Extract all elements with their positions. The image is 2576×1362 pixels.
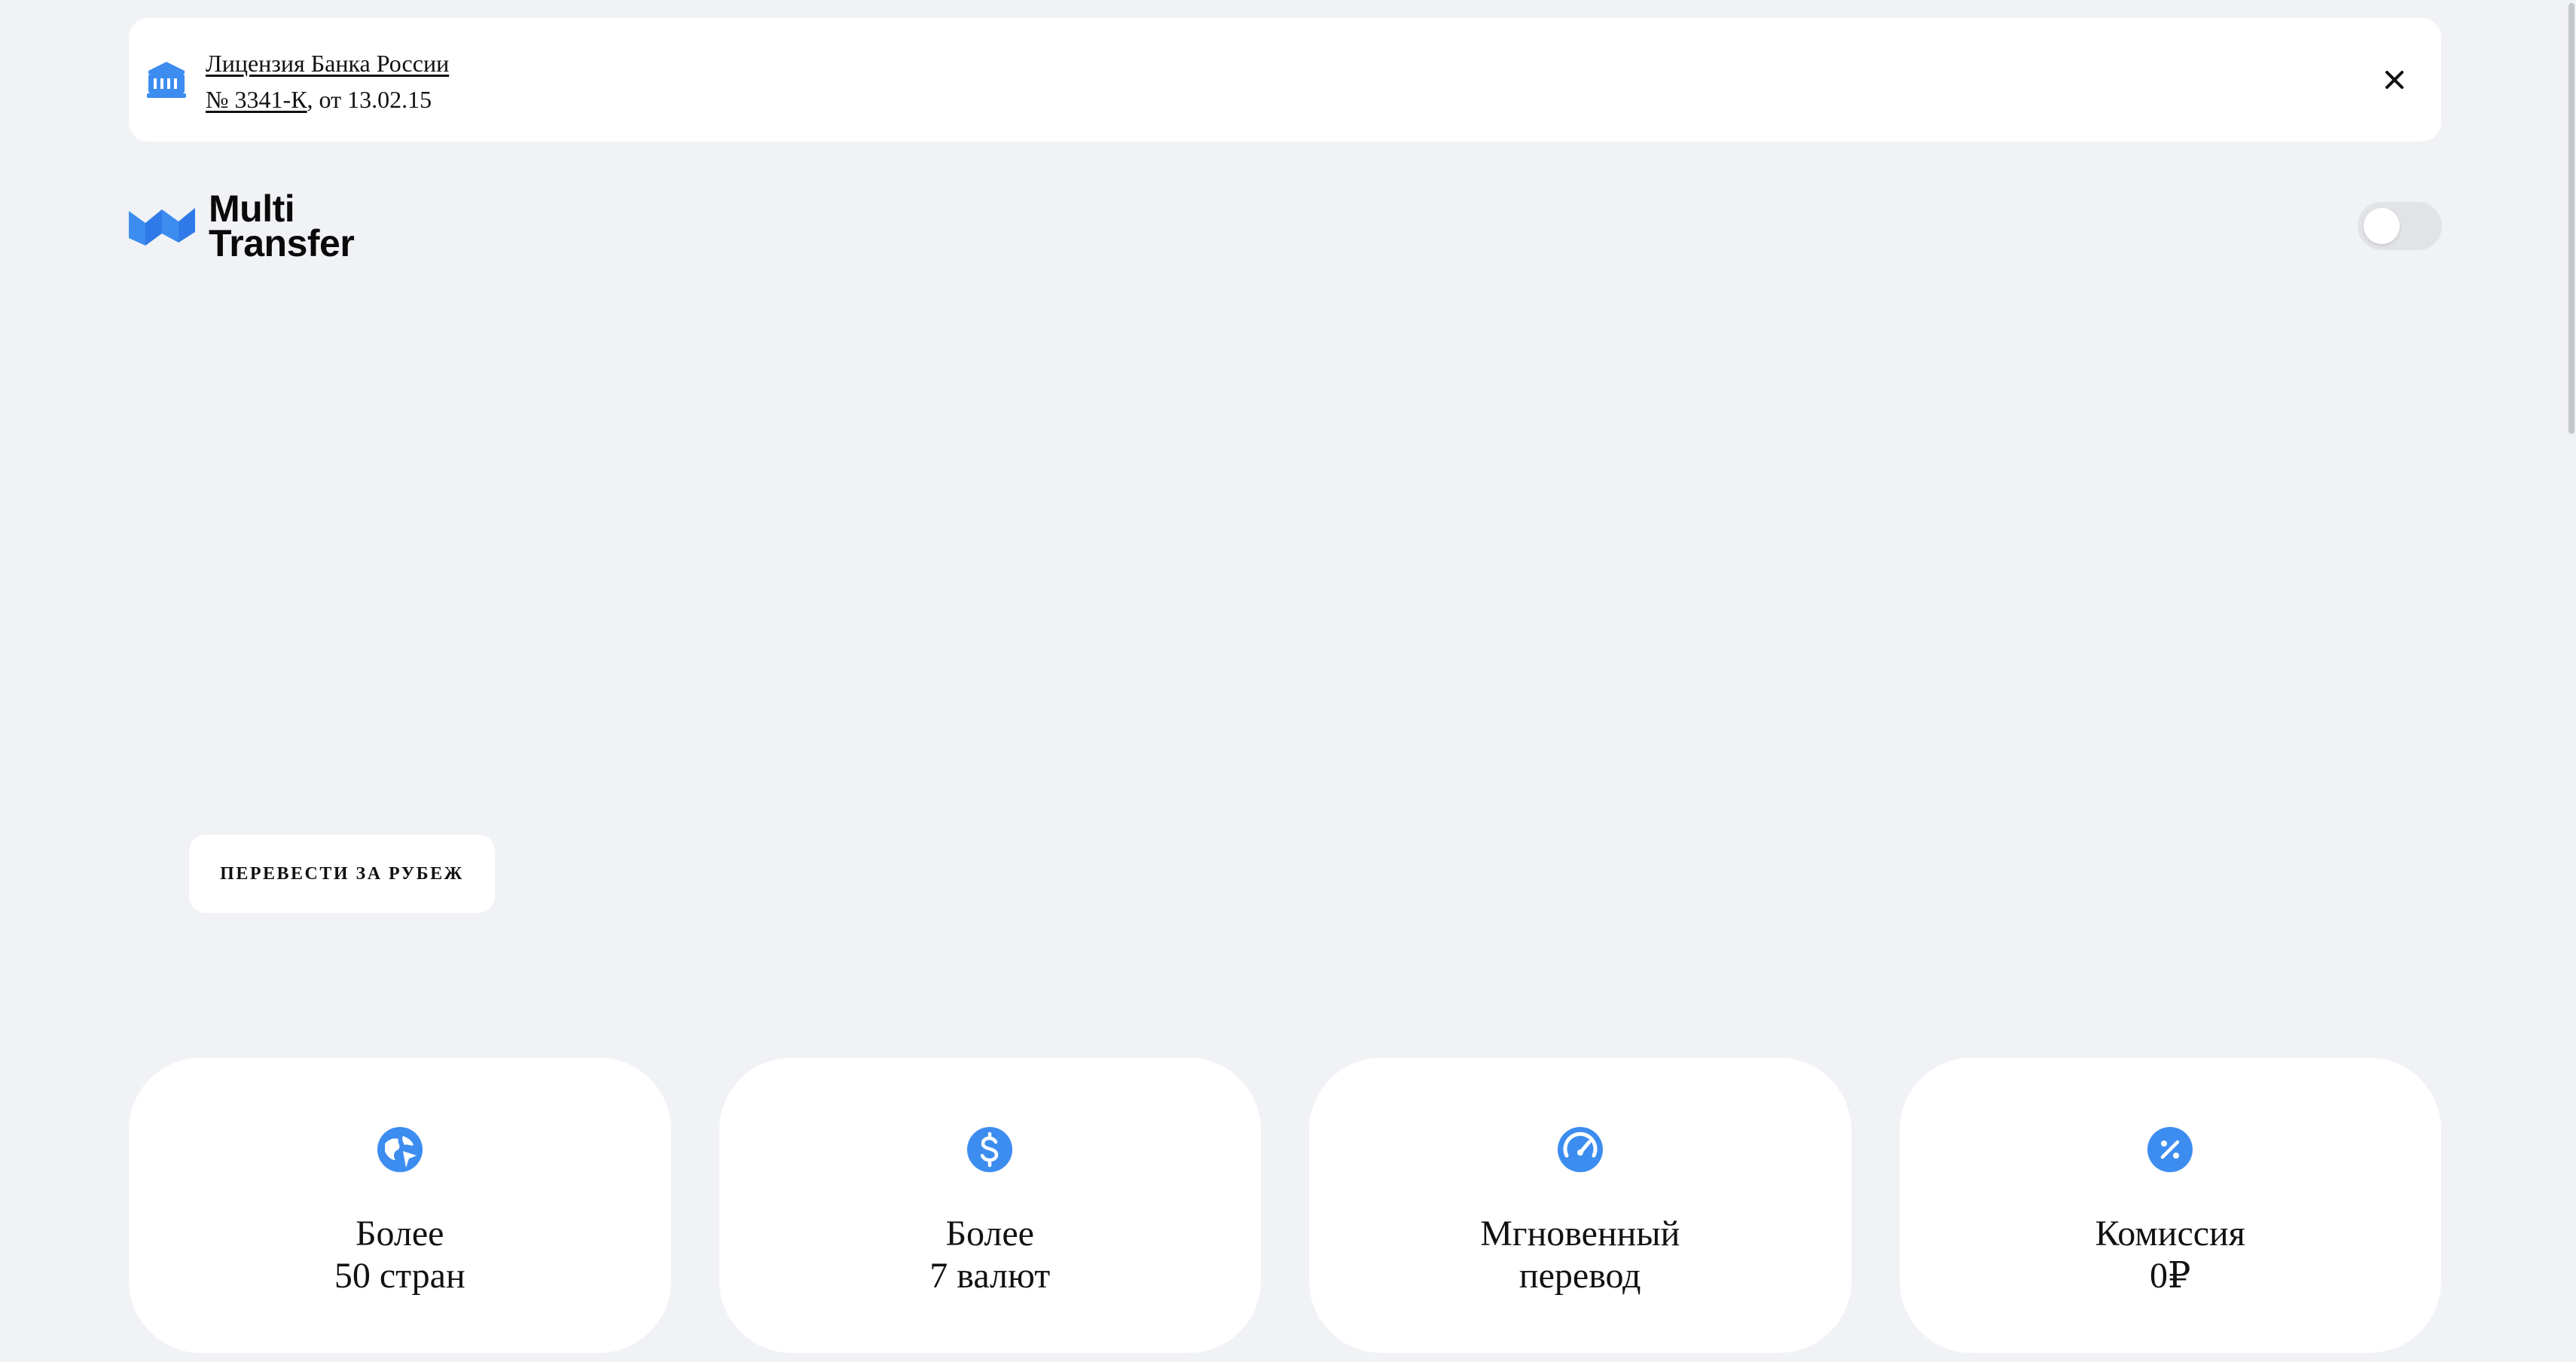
theme-toggle[interactable] (2358, 202, 2442, 250)
features: Более 50 стран Более 7 валют Мгновенный … (129, 1058, 2441, 1353)
feature-card-currencies: Более 7 валют (719, 1058, 1261, 1353)
feature-text: Мгновенный перевод (1480, 1213, 1680, 1297)
feature-text: Комиссия 0₽ (2095, 1213, 2245, 1297)
feature-line1: Более (355, 1214, 444, 1254)
feature-text: Более 7 валют (929, 1213, 1050, 1297)
percent-icon (2147, 1127, 2193, 1172)
license-number-link[interactable]: № 3341-К (206, 86, 307, 113)
logo-line1: Multi (209, 188, 295, 230)
speedometer-icon (1557, 1127, 1603, 1172)
transfer-abroad-button[interactable]: ПЕРЕВЕСТИ ЗА РУБЕЖ (189, 835, 495, 913)
feature-line2: 0₽ (2149, 1256, 2191, 1296)
logo-text: Multi Transfer (209, 188, 355, 264)
feature-text: Более 50 стран (334, 1213, 465, 1297)
scrollbar[interactable] (2565, 0, 2576, 1362)
logo-line2: Transfer (209, 222, 355, 264)
logo-mark-icon (129, 208, 195, 246)
logo[interactable]: Multi Transfer (129, 188, 355, 264)
globe-icon (377, 1127, 423, 1172)
feature-card-instant: Мгновенный перевод (1309, 1058, 1851, 1353)
feature-line2: 7 валют (929, 1256, 1051, 1296)
feature-line2: перевод (1518, 1256, 1641, 1296)
page: Лицензия Банка России № 3341-К, от 13.02… (0, 0, 2576, 1362)
toggle-knob (2364, 208, 2400, 244)
feature-line1: Мгновенный (1480, 1214, 1680, 1254)
feature-line1: Более (945, 1214, 1034, 1254)
license-date: , от 13.02.15 (307, 86, 432, 113)
dollar-icon (967, 1127, 1013, 1172)
scrollbar-thumb[interactable] (2568, 3, 2574, 434)
license-link[interactable]: Лицензия Банка России (206, 50, 449, 77)
feature-card-countries: Более 50 стран (129, 1058, 671, 1353)
feature-line1: Комиссия (2095, 1214, 2245, 1254)
feature-line2: 50 стран (334, 1256, 465, 1296)
bank-icon (147, 62, 186, 98)
close-icon[interactable] (2376, 62, 2413, 98)
license-banner: Лицензия Банка России № 3341-К, от 13.02… (129, 18, 2441, 142)
license-text: Лицензия Банка России № 3341-К, от 13.02… (206, 45, 449, 118)
feature-card-commission: Комиссия 0₽ (1899, 1058, 2441, 1353)
